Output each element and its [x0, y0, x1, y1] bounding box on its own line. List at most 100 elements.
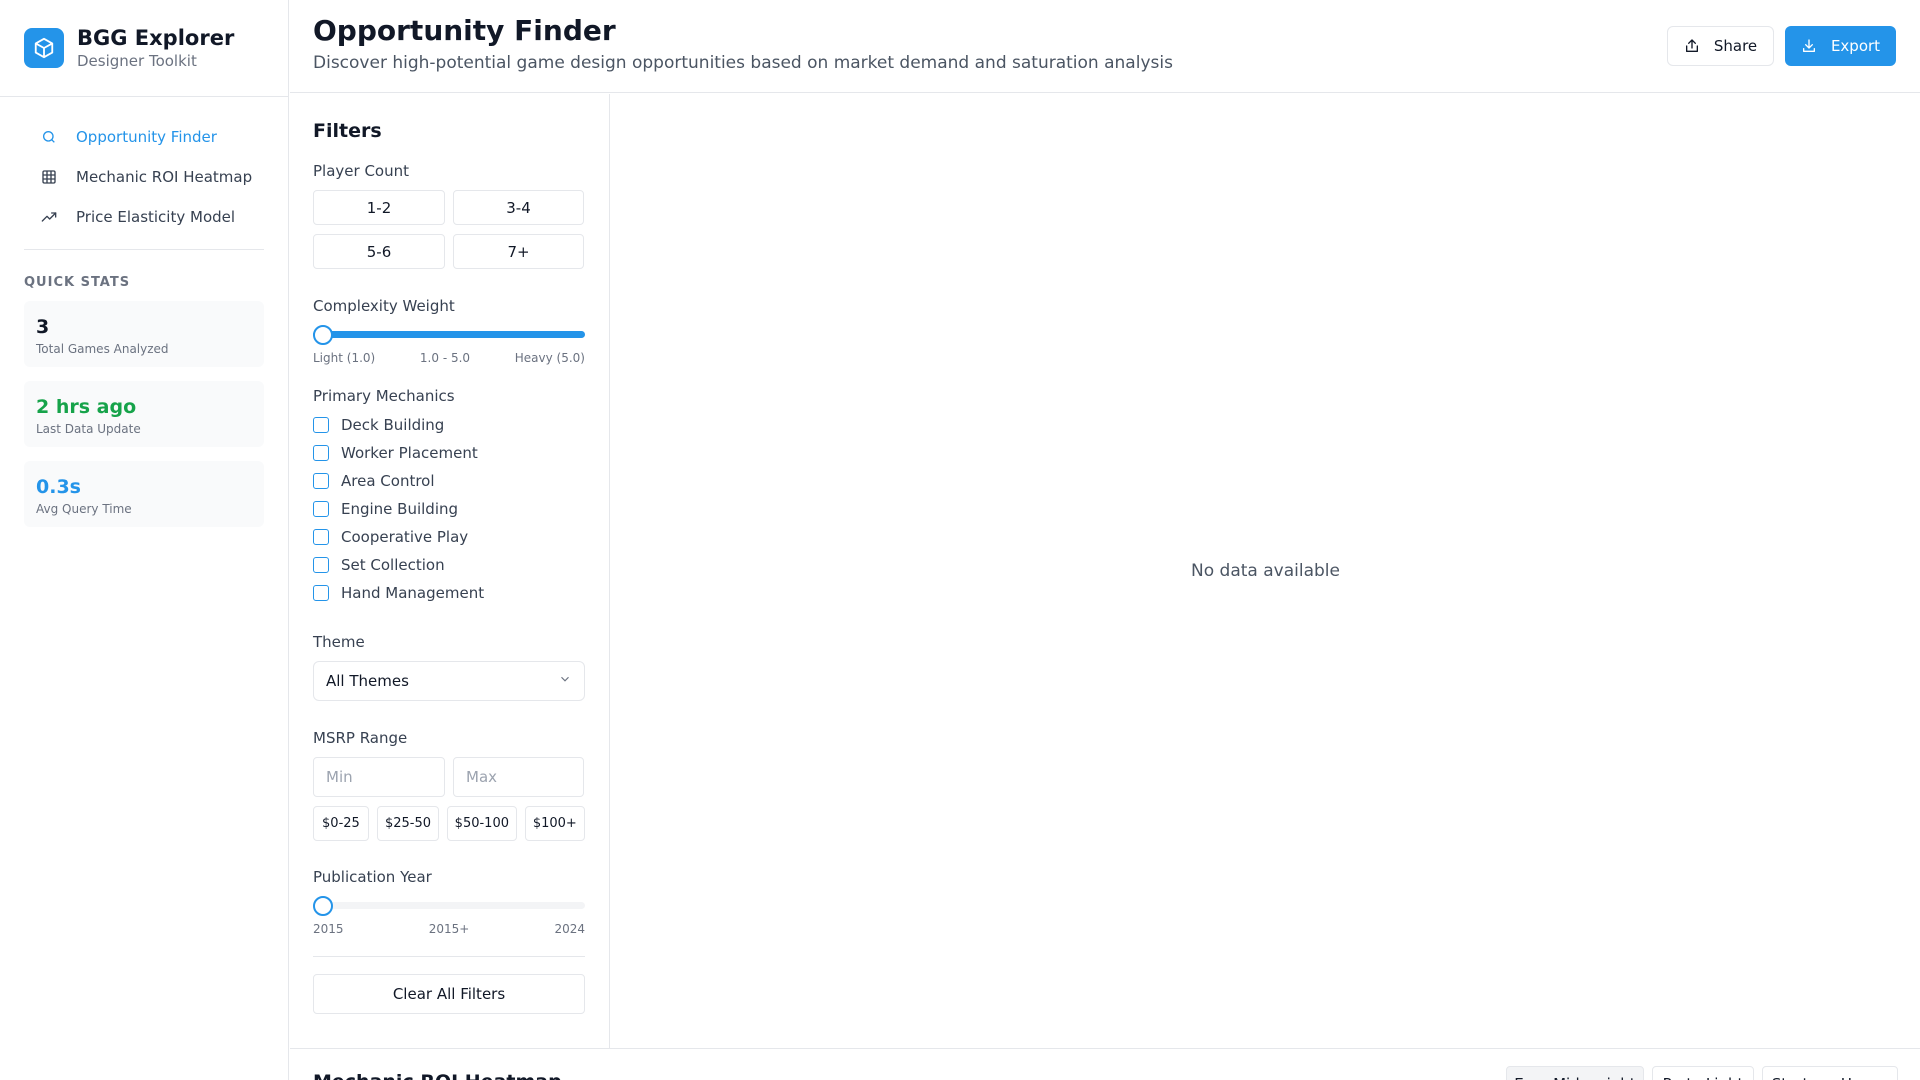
checkbox-label: Deck Building [341, 416, 445, 434]
filters-title: Filters [313, 120, 382, 142]
checkbox-label: Worker Placement [341, 444, 478, 462]
checkbox[interactable] [313, 501, 329, 517]
checkbox-label: Set Collection [341, 556, 445, 574]
msrp-preset[interactable]: $25-50 [376, 806, 440, 841]
complexity-slider[interactable] [313, 325, 585, 345]
grid-icon [40, 168, 58, 186]
results-panel: No data available [611, 94, 1920, 1048]
share-button[interactable]: Share [1667, 26, 1774, 66]
stat-value: 0.3s [36, 476, 81, 498]
checkbox[interactable] [313, 445, 329, 461]
filters-panel: Filters Player Count 1-2 3-4 5-6 7+ Comp… [290, 94, 610, 1048]
stat-label: Avg Query Time [36, 502, 132, 516]
year-range-label: 2015+ [428, 922, 470, 936]
msrp-min-input[interactable]: Min [313, 757, 445, 797]
checkbox[interactable] [313, 417, 329, 433]
slider-fill [313, 331, 585, 338]
brand-title: BGG Explorer [77, 26, 235, 50]
player-count-option[interactable]: 1-2 [313, 190, 445, 225]
stat-value: 3 [36, 316, 50, 338]
mechanic-checkbox-deck-building[interactable]: Deck Building [313, 411, 585, 439]
quick-stats-title: QUICK STATS [24, 275, 131, 290]
sidebar-item-price-elasticity-model[interactable]: Price Elasticity Model [24, 197, 264, 237]
page-header: Opportunity Finder Discover high-potenti… [290, 0, 1920, 93]
complexity-range-label: 1.0 - 5.0 [419, 351, 471, 365]
search-icon [40, 128, 58, 146]
msrp-presets: $0-25 $25-50 $50-100 $100+ [313, 806, 586, 841]
heatmap-title: Mechanic ROI Heatmap [313, 1071, 562, 1080]
share-icon [1684, 38, 1700, 54]
year-slider[interactable] [313, 896, 585, 916]
chevron-down-icon [558, 672, 572, 690]
checkbox-label: Area Control [341, 472, 435, 490]
mechanics-label: Primary Mechanics [313, 387, 455, 405]
player-count-option[interactable]: 3-4 [453, 190, 584, 225]
checkbox-label: Cooperative Play [341, 528, 469, 546]
checkbox[interactable] [313, 557, 329, 573]
empty-state-text: No data available [1191, 561, 1340, 581]
stat-label: Last Data Update [36, 422, 141, 436]
checkbox[interactable] [313, 473, 329, 489]
segment-party-light[interactable]: Party Light [1652, 1066, 1754, 1080]
year-label: Publication Year [313, 868, 432, 886]
msrp-label: MSRP Range [313, 729, 408, 747]
segment-strategy-heavy[interactable]: Strategy Heavy [1762, 1066, 1898, 1080]
player-count-option[interactable]: 7+ [453, 234, 584, 269]
msrp-preset[interactable]: $0-25 [313, 806, 369, 841]
cube-icon [24, 28, 64, 68]
complexity-max-label: Heavy (5.0) [514, 351, 585, 365]
trending-up-icon [40, 208, 58, 226]
checkbox-label: Hand Management [341, 584, 485, 602]
mechanic-checkbox-worker-placement[interactable]: Worker Placement [313, 439, 585, 467]
checkbox[interactable] [313, 529, 329, 545]
year-min-label: 2015 [313, 922, 344, 936]
sidebar-item-mechanic-roi-heatmap[interactable]: Mechanic ROI Heatmap [24, 157, 264, 197]
divider [24, 249, 264, 250]
slider-thumb[interactable] [313, 325, 333, 345]
sidebar-item-label: Mechanic ROI Heatmap [76, 168, 253, 186]
complexity-label: Complexity Weight [313, 297, 455, 315]
checkbox-label: Engine Building [341, 500, 459, 518]
msrp-max-input[interactable]: Max [453, 757, 584, 797]
brand-subtitle: Designer Toolkit [77, 52, 197, 70]
export-button[interactable]: Export [1785, 26, 1896, 66]
mechanics-list: Deck Building Worker Placement Area Cont… [313, 411, 585, 607]
msrp-inputs: Min Max [313, 757, 585, 797]
stat-value: 2 hrs ago [36, 396, 137, 418]
stat-card-query-time: 0.3s Avg Query Time [24, 461, 264, 527]
player-count-options: 1-2 3-4 5-6 7+ [313, 190, 585, 269]
brand: BGG Explorer Designer Toolkit [0, 0, 288, 97]
sidebar-item-label: Opportunity Finder [76, 128, 217, 146]
mechanic-checkbox-area-control[interactable]: Area Control [313, 467, 585, 495]
slider-track [313, 902, 585, 909]
stat-card-total-games: 3 Total Games Analyzed [24, 301, 264, 367]
theme-select[interactable]: All Themes [313, 661, 585, 701]
theme-label: Theme [313, 633, 365, 651]
mechanic-checkbox-cooperative-play[interactable]: Cooperative Play [313, 523, 585, 551]
theme-selected-value: All Themes [326, 672, 409, 690]
mechanic-checkbox-set-collection[interactable]: Set Collection [313, 551, 585, 579]
page-title: Opportunity Finder [313, 14, 616, 47]
player-count-option[interactable]: 5-6 [313, 234, 445, 269]
download-icon [1801, 38, 1817, 54]
divider [313, 956, 585, 957]
player-count-label: Player Count [313, 162, 409, 180]
page-subtitle: Discover high-potential game design oppo… [313, 53, 1173, 73]
slider-thumb[interactable] [313, 896, 333, 916]
year-max-label: 2024 [554, 922, 585, 936]
stat-label: Total Games Analyzed [36, 342, 169, 356]
msrp-preset[interactable]: $50-100 [447, 806, 517, 841]
share-label: Share [1713, 37, 1758, 55]
sidebar: BGG Explorer Designer Toolkit Opportunit… [0, 0, 289, 1080]
export-label: Export [1830, 37, 1881, 55]
mechanic-checkbox-hand-management[interactable]: Hand Management [313, 579, 585, 607]
stat-card-last-update: 2 hrs ago Last Data Update [24, 381, 264, 447]
sidebar-item-label: Price Elasticity Model [76, 208, 236, 226]
segment-euro-mid-weight[interactable]: Euro Mid-weight [1506, 1066, 1644, 1080]
divider [290, 1048, 1920, 1049]
mechanic-checkbox-engine-building[interactable]: Engine Building [313, 495, 585, 523]
checkbox[interactable] [313, 585, 329, 601]
msrp-preset[interactable]: $100+ [524, 806, 586, 841]
clear-filters-button[interactable]: Clear All Filters [313, 974, 585, 1014]
sidebar-item-opportunity-finder[interactable]: Opportunity Finder [24, 117, 264, 157]
